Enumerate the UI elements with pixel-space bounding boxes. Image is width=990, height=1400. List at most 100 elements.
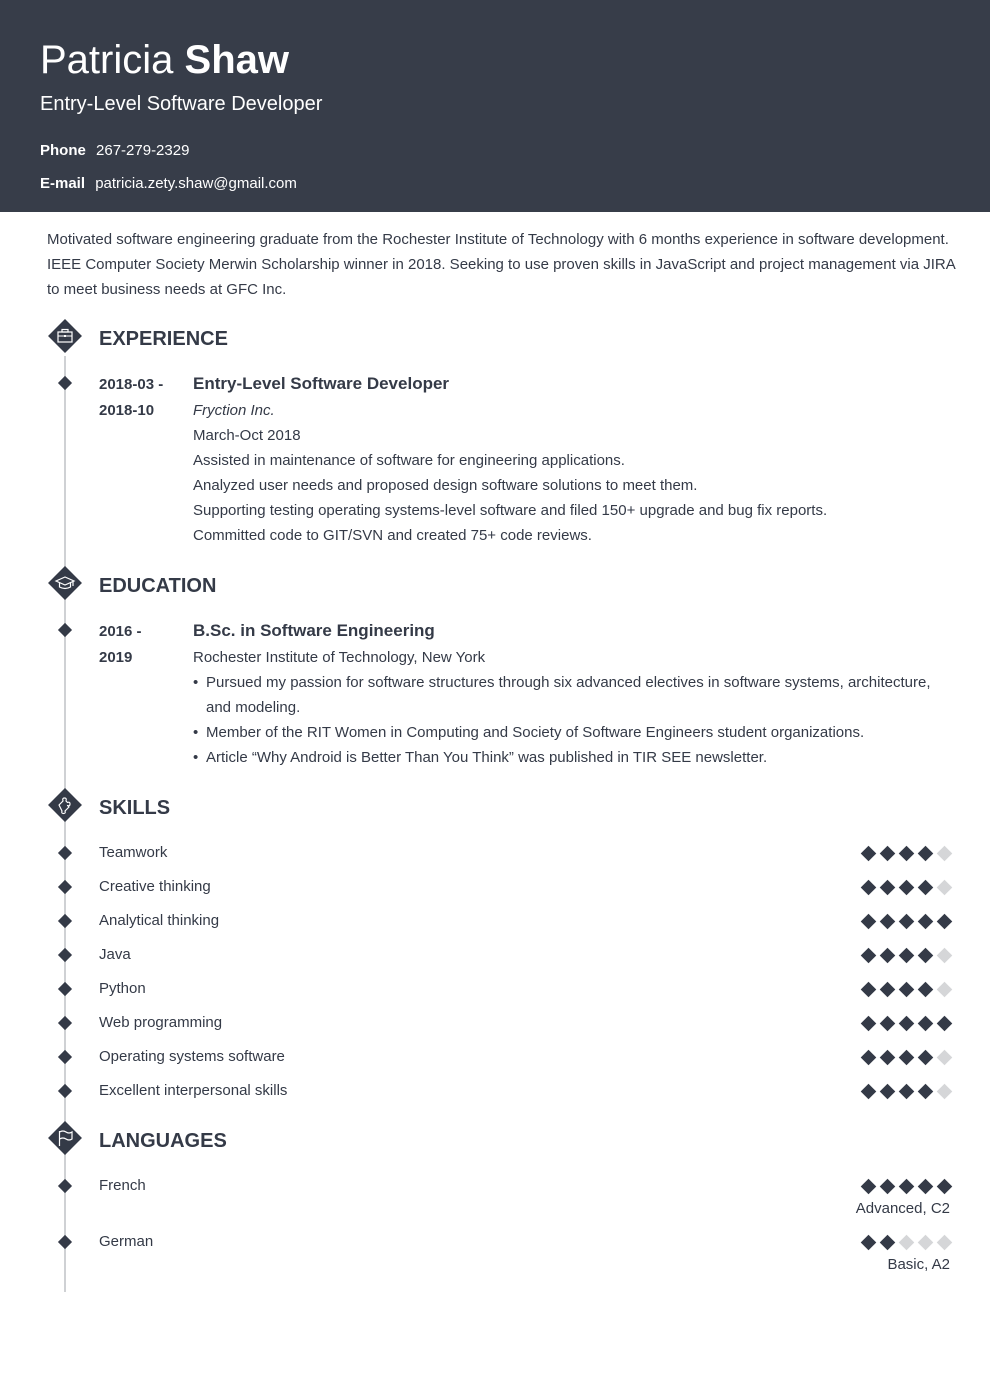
rating-dot-filled	[879, 1083, 896, 1099]
languages-heading: LANGUAGES	[99, 1130, 227, 1152]
rating-dot-filled	[898, 913, 915, 929]
language-rating	[855, 1176, 953, 1196]
language-name: German	[99, 1233, 154, 1250]
rating-dot-empty	[936, 879, 953, 895]
graduation-cap-icon	[48, 566, 82, 600]
education-bullets: Pursued my passion for software structur…	[193, 670, 953, 770]
skill-name: Excellent interpersonal skills	[99, 1082, 288, 1099]
skill-rating	[855, 1081, 953, 1101]
experience-line: Assisted in maintenance of software for …	[193, 452, 625, 469]
experience-line: Supporting testing operating systems-lev…	[193, 502, 828, 519]
resume-header: Patricia Shaw Entry-Level Software Devel…	[0, 0, 990, 212]
rating-dot-filled	[860, 1049, 877, 1065]
education-bullet: Member of the RIT Women in Computing and…	[193, 720, 953, 745]
rating-dot-filled	[860, 947, 877, 963]
rating-dot-filled	[860, 913, 877, 929]
rating-dot-filled	[860, 1178, 877, 1194]
skills-heading: SKILLS	[99, 797, 171, 819]
language-name: French	[99, 1177, 146, 1194]
education-entry: B.Sc. in Software Engineering Rochester …	[193, 620, 953, 770]
skill-rating	[855, 979, 953, 999]
date-start: 2016 -	[99, 623, 142, 640]
rating-dot-filled	[917, 981, 934, 997]
rating-dot-filled	[898, 1049, 915, 1065]
education-bullet: Pursued my passion for software structur…	[193, 670, 953, 720]
skill-name: Operating systems software	[99, 1048, 285, 1065]
timeline-bullet	[57, 1178, 73, 1194]
rating-dot-filled	[898, 879, 915, 895]
profile-summary: Motivated software engineering graduate …	[47, 231, 955, 298]
rating-dot-filled	[936, 1178, 953, 1194]
experience-period: March-Oct 2018	[193, 427, 301, 444]
rating-dot-filled	[917, 947, 934, 963]
experience-heading: EXPERIENCE	[99, 328, 228, 350]
flag-icon	[48, 1121, 82, 1155]
experience-title: Entry-Level Software Developer	[193, 374, 450, 393]
candidate-name: Patricia Shaw	[40, 37, 289, 83]
rating-dot-filled	[898, 947, 915, 963]
experience-line: Committed code to GIT/SVN and created 75…	[193, 527, 592, 544]
skill-rating	[855, 1047, 953, 1067]
rating-dot-filled	[860, 1234, 877, 1250]
skill-name: Web programming	[99, 1014, 223, 1031]
rating-dot-filled	[879, 981, 896, 997]
timeline-bullet	[57, 1083, 73, 1099]
rating-dot-empty	[936, 981, 953, 997]
skill-rating	[855, 843, 953, 863]
school-name: Rochester Institute of Technology, New Y…	[193, 649, 486, 666]
rating-dot-empty	[936, 845, 953, 861]
rating-dot-filled	[879, 879, 896, 895]
rating-dot-filled	[860, 879, 877, 895]
rating-dot-empty	[898, 1234, 915, 1250]
puzzle-icon	[48, 788, 82, 822]
skill-name: Teamwork	[99, 844, 168, 861]
timeline-bullet	[57, 1049, 73, 1065]
language-rating	[855, 1232, 953, 1252]
rating-dot-empty	[936, 1083, 953, 1099]
rating-dot-filled	[898, 981, 915, 997]
email-value[interactable]: patricia.zety.shaw@gmail.com	[95, 175, 297, 192]
skill-rating	[855, 945, 953, 965]
rating-dot-filled	[879, 1234, 896, 1250]
rating-dot-filled	[879, 913, 896, 929]
skill-rating	[855, 877, 953, 897]
skill-rating	[855, 911, 953, 931]
timeline-bullet	[57, 1234, 73, 1250]
rating-dot-filled	[860, 1083, 877, 1099]
rating-dot-empty	[936, 947, 953, 963]
rating-dot-filled	[898, 845, 915, 861]
company-name: Fryction Inc.	[193, 402, 275, 419]
skill-name: Python	[99, 980, 146, 997]
experience-entry: Entry-Level Software Developer Fryction …	[193, 373, 953, 548]
language-level: Basic, A2	[887, 1256, 950, 1273]
education-date: 2016 - 2019	[99, 619, 142, 671]
timeline-bullet	[57, 375, 73, 391]
education-bullet: Article “Why Android is Better Than You …	[193, 745, 953, 770]
timeline-bullet	[57, 947, 73, 963]
phone-value[interactable]: 267-279-2329	[96, 142, 189, 159]
email-row: E-mail patricia.zety.shaw@gmail.com	[40, 174, 297, 194]
rating-dot-empty	[917, 1234, 934, 1250]
phone-label: Phone	[40, 142, 86, 159]
rating-dot-filled	[936, 1015, 953, 1031]
rating-dot-filled	[917, 845, 934, 861]
rating-dot-filled	[860, 845, 877, 861]
last-name: Shaw	[184, 38, 289, 82]
rating-dot-filled	[917, 1049, 934, 1065]
experience-date: 2018-03 - 2018-10	[99, 372, 163, 424]
timeline-bullet	[57, 622, 73, 638]
rating-dot-filled	[860, 1015, 877, 1031]
timeline-bullet	[57, 913, 73, 929]
rating-dot-filled	[879, 1178, 896, 1194]
rating-dot-filled	[936, 913, 953, 929]
skill-name: Creative thinking	[99, 878, 211, 895]
rating-dot-filled	[898, 1015, 915, 1031]
language-level: Advanced, C2	[855, 1200, 950, 1217]
rating-dot-empty	[936, 1049, 953, 1065]
rating-dot-filled	[898, 1083, 915, 1099]
timeline-bullet	[57, 845, 73, 861]
timeline-bullet	[57, 1015, 73, 1031]
briefcase-icon	[48, 319, 82, 353]
rating-dot-filled	[879, 1015, 896, 1031]
rating-dot-filled	[898, 1178, 915, 1194]
